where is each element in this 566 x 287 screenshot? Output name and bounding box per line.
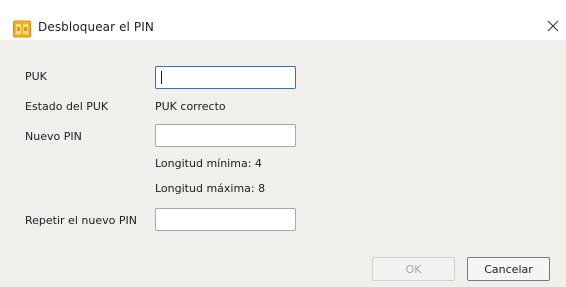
cancel-button[interactable]: Cancelar — [467, 257, 550, 281]
dialog-window: Desbloquear el PIN PUK Estado del PUK PU… — [0, 0, 566, 287]
puk-input[interactable] — [155, 66, 296, 89]
title-bar[interactable]: Desbloquear el PIN — [0, 0, 566, 40]
ok-button[interactable]: OK — [372, 257, 455, 281]
close-button[interactable] — [543, 16, 563, 36]
repeat-pin-label: Repetir el nuevo PIN — [25, 214, 137, 227]
puk-label: PUK — [25, 70, 47, 83]
min-length-hint: Longitud mínima: 4 — [155, 157, 262, 170]
text-caret — [161, 71, 162, 84]
new-pin-label: Nuevo PIN — [25, 130, 82, 143]
new-pin-input[interactable] — [155, 124, 296, 147]
smartcard-app-icon — [13, 20, 31, 38]
dialog-body: PUK Estado del PUK PUK correcto Nuevo PI… — [0, 40, 566, 287]
max-length-hint: Longitud máxima: 8 — [155, 182, 266, 195]
close-icon — [547, 20, 559, 32]
puk-status-label: Estado del PUK — [25, 100, 109, 113]
dialog-title: Desbloquear el PIN — [38, 20, 154, 34]
puk-status-value: PUK correcto — [155, 100, 226, 113]
repeat-pin-input[interactable] — [155, 208, 296, 231]
